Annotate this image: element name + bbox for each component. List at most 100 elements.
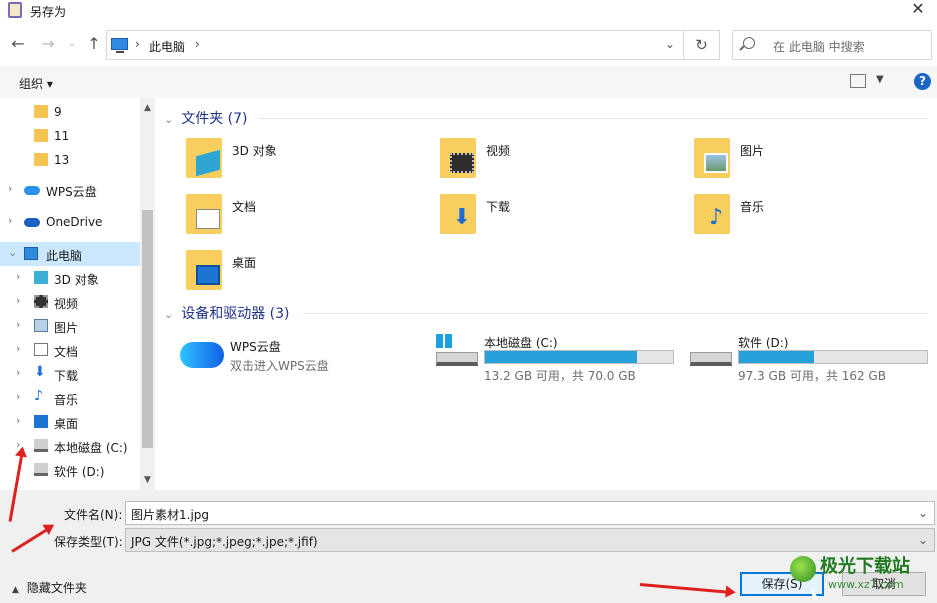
expand-chevron-icon[interactable]: › (16, 342, 20, 355)
forward-arrow-icon[interactable]: → (38, 34, 58, 54)
folder-tile-videos[interactable]: 视频 (438, 135, 680, 188)
filetype-value: JPG 文件(*.jpg;*.jpeg;*.jpe;*.jfif) (131, 535, 318, 549)
drive-usage-fill (739, 351, 815, 363)
folder-tile-documents[interactable]: 文档 (184, 191, 426, 244)
nav-item-pictures[interactable]: › 图片 (0, 314, 140, 338)
close-icon[interactable]: ✕ (909, 0, 927, 20)
nav-item-label: 3D 对象 (54, 273, 99, 287)
expand-chevron-icon[interactable]: › (16, 390, 20, 403)
folder-icon (34, 153, 48, 166)
scroll-up-icon[interactable]: ▲ (140, 103, 155, 113)
drive-usage-bar (484, 350, 674, 364)
nav-item-label: 桌面 (54, 417, 79, 431)
view-options-icon[interactable] (850, 74, 866, 88)
folder-name: 下载 (486, 200, 511, 214)
nav-item-label: 图片 (54, 321, 79, 335)
drive-usage-bar (738, 350, 928, 364)
folder-tile-downloads[interactable]: ⬇ 下载 (438, 191, 680, 244)
folder-tile-desktop[interactable]: 桌面 (184, 247, 426, 300)
group-divider (303, 313, 928, 314)
search-placeholder: 在 此电脑 中搜索 (773, 40, 865, 54)
device-subtitle: 双击进入WPS云盘 (230, 359, 329, 373)
nav-item-label: OneDrive (46, 215, 103, 229)
nav-item-this-pc[interactable]: ⌄ 此电脑 (0, 242, 140, 266)
folder-name: 3D 对象 (232, 144, 277, 158)
expand-chevron-icon[interactable]: › (16, 366, 20, 379)
folder-tile-pictures[interactable]: 图片 (692, 135, 934, 188)
music-icon: ♪ (34, 388, 43, 404)
expand-chevron-icon[interactable]: › (16, 414, 20, 427)
nav-item-label: 文档 (54, 345, 79, 359)
hide-folders-label: 隐藏文件夹 (26, 581, 87, 595)
collapse-chevron-icon: ⌄ (164, 113, 174, 126)
nav-item-music[interactable]: › ♪ 音乐 (0, 386, 140, 410)
nav-item-folder-13[interactable]: 13 (0, 148, 140, 172)
film-icon (450, 153, 474, 173)
folder-icon (34, 129, 48, 142)
hide-folders-toggle[interactable]: ▲ 隐藏文件夹 (12, 579, 87, 596)
filetype-select[interactable]: JPG 文件(*.jpg;*.jpeg;*.jpe;*.jfif) ⌄ (125, 528, 935, 552)
refresh-icon[interactable]: ↻ (684, 30, 720, 60)
nav-item-documents[interactable]: › 文档 (0, 338, 140, 362)
search-box[interactable]: 在 此电脑 中搜索 (732, 30, 932, 60)
watermark-brand: 极光下载站 (820, 556, 910, 577)
help-icon[interactable]: ? (914, 73, 931, 90)
recent-dropdown-icon[interactable]: ⌄ (62, 34, 82, 54)
address-dropdown-icon[interactable]: ⌄ (665, 37, 675, 51)
device-name: WPS云盘 (230, 340, 281, 354)
content-pane: ⌄ 文件夹 (7) 3D 对象 视频 图片 文档 ⬇ 下载 ♪ 音乐 桌面 ⌄ … (158, 98, 937, 490)
filename-dropdown-icon[interactable]: ⌄ (918, 506, 928, 520)
folder-tile-3d-objects[interactable]: 3D 对象 (184, 135, 426, 188)
download-icon: ⬇ (452, 205, 472, 230)
film-icon (34, 295, 48, 308)
navigation-pane: 9 11 13 › WPS云盘 › OneDrive ⌄ 此电脑 › 3D 对象… (0, 98, 155, 490)
collapse-chevron-icon[interactable]: ⌄ (8, 246, 17, 259)
document-icon (196, 209, 220, 229)
nav-item-videos[interactable]: › 视频 (0, 290, 140, 314)
filename-field[interactable]: 图片素材1.jpg ⌄ (125, 501, 935, 525)
computer-stand (116, 51, 124, 53)
device-subtitle: 97.3 GB 可用，共 162 GB (738, 369, 886, 383)
nav-item-downloads[interactable]: › ⬇ 下载 (0, 362, 140, 386)
device-drive-c[interactable]: 本地磁盘 (C:) 13.2 GB 可用，共 70.0 GB (434, 330, 684, 383)
window-title: 另存为 (30, 5, 67, 19)
expand-chevron-icon[interactable]: › (16, 294, 20, 307)
filetype-dropdown-icon[interactable]: ⌄ (918, 533, 928, 547)
scroll-down-icon[interactable]: ▼ (140, 475, 155, 485)
device-drive-d[interactable]: 软件 (D:) 97.3 GB 可用，共 162 GB (688, 330, 937, 383)
nav-item-label: 13 (54, 153, 70, 167)
nav-item-label: 此电脑 (46, 249, 83, 263)
expand-chevron-icon[interactable]: › (16, 318, 20, 331)
navigation-scrollbar[interactable]: ▲ ▼ (140, 98, 155, 490)
nav-item-folder-9[interactable]: 9 (0, 100, 140, 124)
device-name: 本地磁盘 (C:) (484, 336, 558, 350)
nav-item-folder-11[interactable]: 11 (0, 124, 140, 148)
expand-chevron-icon[interactable]: › (8, 182, 12, 195)
scroll-thumb[interactable] (142, 210, 153, 448)
organize-menu[interactable]: 组织 ▾ (19, 75, 53, 92)
expand-chevron-icon[interactable]: › (8, 214, 12, 227)
watermark: 极光下载站 www.xz7.com (790, 550, 930, 600)
collapse-chevron-icon: ⌄ (164, 308, 174, 321)
filename-value[interactable]: 图片素材1.jpg (131, 506, 209, 523)
mouse-cursor-icon (812, 588, 819, 600)
nav-item-onedrive[interactable]: › OneDrive (0, 210, 140, 234)
group-title: 设备和驱动器 (3) (181, 306, 290, 322)
expand-chevron-icon[interactable]: › (16, 270, 20, 283)
nav-item-desktop[interactable]: › 桌面 (0, 410, 140, 434)
address-bar[interactable]: › 此电脑 › ⌄ (106, 30, 684, 60)
nav-item-wps-cloud[interactable]: › WPS云盘 (0, 178, 140, 202)
breadcrumb-this-pc[interactable]: 此电脑 (149, 38, 185, 55)
breadcrumb-separator[interactable]: › (195, 37, 200, 51)
drive-icon (34, 463, 48, 476)
folder-icon (34, 105, 48, 118)
folders-group-header[interactable]: ⌄ 文件夹 (7) (164, 108, 248, 128)
devices-group-header[interactable]: ⌄ 设备和驱动器 (3) (164, 303, 290, 323)
back-arrow-icon[interactable]: ← (8, 34, 28, 54)
picture-icon (704, 153, 728, 173)
folder-tile-music[interactable]: ♪ 音乐 (692, 191, 934, 244)
up-arrow-icon[interactable]: ↑ (84, 34, 104, 54)
nav-item-3d-objects[interactable]: › 3D 对象 (0, 266, 140, 290)
view-dropdown-icon[interactable]: ▼ (876, 74, 884, 85)
device-wps-cloud[interactable]: WPS云盘 双击进入WPS云盘 (180, 334, 430, 384)
